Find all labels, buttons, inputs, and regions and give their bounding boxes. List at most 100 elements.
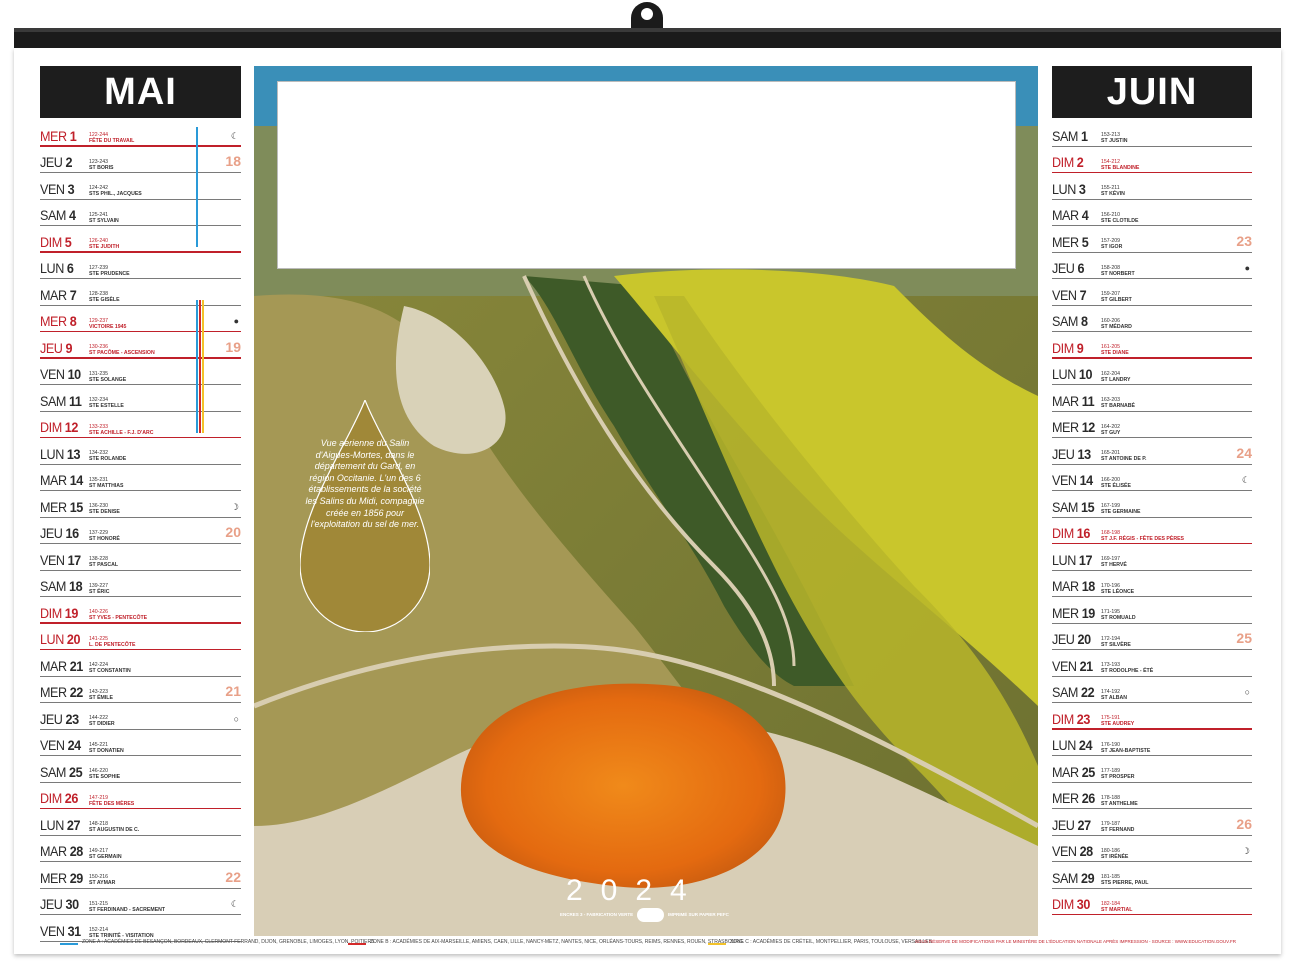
day-info: 163-203 ST BARNABÉ [1101,397,1135,409]
weekday-name: MER [1052,419,1079,435]
day-info: 178-188 ST ANTHELME [1101,795,1138,807]
moon-phase-icon: ☾ [1241,475,1250,485]
saint-name: ST ÉMILE [89,694,113,701]
weekday-label: MER 19 [1052,605,1095,621]
day-info: 164-202 ST GUY [1101,424,1120,436]
saint-name: ST ROMUALD [1101,615,1136,622]
moon-phase-icon: ○ [1244,687,1250,697]
day-info: 142-224 ST CONSTANTIN [89,662,131,674]
day-info: 150-216 ST AYMAR [89,874,115,886]
day-number: 25 [69,763,83,780]
day-row: VEN 21 173-193 ST RODOLPHE - ÉTÉ [1052,650,1252,677]
day-info: 145-221 ST DONATIEN [89,742,124,754]
zone-c-text: ZONE C : ACADÉMIES DE CRÉTEIL, MONTPELLI… [730,939,934,945]
saint-name: ST GUY [1101,429,1121,436]
day-info: 126-240 STE JUDITH [89,238,119,250]
weekday-label: SAM 29 [1052,869,1095,886]
day-info: 146-220 STE SOPHIE [89,768,120,780]
saint-name: STE SOLANGE [89,376,127,383]
day-row: JEU 30 151-215 ST FERDINAND - SACREMENT ☾ [40,889,241,915]
advertising-space [277,81,1016,269]
weekday-label: LUN 6 [40,260,74,276]
day-number: 24 [67,737,82,753]
saint-name: ST DONATIEN [89,747,124,754]
day-info: 171-195 ST ROMUALD [1101,609,1136,621]
weekday-label: SAM 15 [1052,499,1095,515]
day-info: 174-192 ST ALBAN [1101,689,1127,701]
weekday-name: MER [1052,790,1079,806]
weekday-label: JEU 13 [1052,446,1091,462]
saint-name: STE PRUDENCE [89,270,130,277]
day-number: 5 [1081,233,1089,250]
day-info: 167-199 STE GERMAINE [1101,503,1141,515]
weekday-label: DIM 26 [40,790,78,806]
week-number: 22 [225,868,241,885]
day-number: 20 [1077,631,1092,647]
zone-b-text: ZONE B : ACADÉMIES DE AIX-MARSEILLE, AMI… [370,939,745,945]
day-info: 168-198 ST J.F. RÉGIS - FÊTE DES PÈRES [1101,530,1184,542]
week-number: 23 [1236,232,1252,249]
day-info: 148-218 ST AUGUSTIN DE C. [89,821,139,833]
weekday-name: MAR [1052,763,1079,780]
day-number: 26 [64,790,79,806]
zone-a-swatch [60,943,78,945]
weekday-name: SAM [40,207,66,223]
weekday-label: JEU 6 [1052,260,1085,276]
saint-name: ST PROSPER [1101,774,1135,781]
day-number: 18 [1081,578,1096,594]
day-number: 26 [1081,790,1096,806]
saint-name: ST JUSTIN [1101,138,1128,145]
week-number: 19 [225,338,241,355]
day-number: 3 [67,180,75,197]
day-row: SAM 18 139-227 ST ÉRIC [40,571,241,597]
weekday-name: MER [1052,604,1079,621]
week-number: 24 [1236,444,1252,461]
day-row: MER 26 178-188 ST ANTHELME [1052,783,1252,809]
holiday-bar-zone-b [199,300,201,433]
weekday-label: DIM 16 [1052,525,1090,541]
weekday-label: MAR 11 [1052,392,1095,409]
day-number: 11 [1081,392,1095,409]
weekday-name: DIM [40,790,62,806]
zone-a-text: ZONE A : ACADÉMIES DE BESANÇON, BORDEAUX… [82,939,376,945]
weekday-label: LUN 17 [1052,552,1092,568]
day-info: 128-238 STE GISÈLE [89,291,120,303]
row-divider [1052,913,1252,915]
weekday-name: VEN [40,366,65,382]
weekday-label: VEN 24 [40,737,81,753]
weekday-label: DIM 30 [1052,896,1090,912]
holiday-bar-zone-c [202,300,204,433]
day-info: 156-210 STE CLOTILDE [1101,212,1138,224]
saint-name: ST CONSTANTIN [89,668,131,675]
saint-name: ST ÉRIC [89,588,110,595]
day-info: 124-242 STS PHIL., JACQUES [89,185,142,197]
weekday-name: DIM [1052,339,1074,356]
weekday-name: MAR [40,843,67,859]
day-row: MER 29 150-216 ST AYMAR 22 [40,862,241,889]
day-number: 13 [66,445,81,462]
weekday-name: JEU [40,339,63,356]
weekday-label: JEU 2 [40,154,73,170]
day-number: 29 [1081,869,1095,886]
day-number: 30 [65,896,80,912]
saint-name: ST RODOLPHE - ÉTÉ [1101,668,1154,675]
weekday-name: JEU [1052,816,1075,833]
day-info: 155-211 ST KÉVIN [1101,185,1125,197]
saint-name: ST PASCAL [89,562,119,569]
day-number: 31 [67,922,82,939]
day-row: SAM 8 160-206 ST MÉDARD [1052,306,1252,332]
day-info: 131-235 STE SOLANGE [89,371,126,383]
day-info: 123-243 ST BORIS [89,159,114,171]
day-row: DIM 9 161-205 STE DIANE [1052,332,1252,359]
footnote-right: IMPRIMÉ SUR PAPIER PEFC [668,912,729,917]
hanging-bar-highlight [14,28,1281,32]
weekday-name: VEN [1052,843,1077,859]
weekday-name: VEN [40,180,65,197]
weekday-name: MAR [1052,578,1079,594]
saint-name: ST MARTIAL [1101,906,1133,913]
day-number: 17 [1078,551,1093,568]
day-row: MAR 4 156-210 STE CLOTILDE [1052,200,1252,226]
weekday-label: DIM 2 [1052,154,1084,170]
day-number: 3 [1078,180,1086,197]
day-info: 139-227 ST ÉRIC [89,583,109,595]
